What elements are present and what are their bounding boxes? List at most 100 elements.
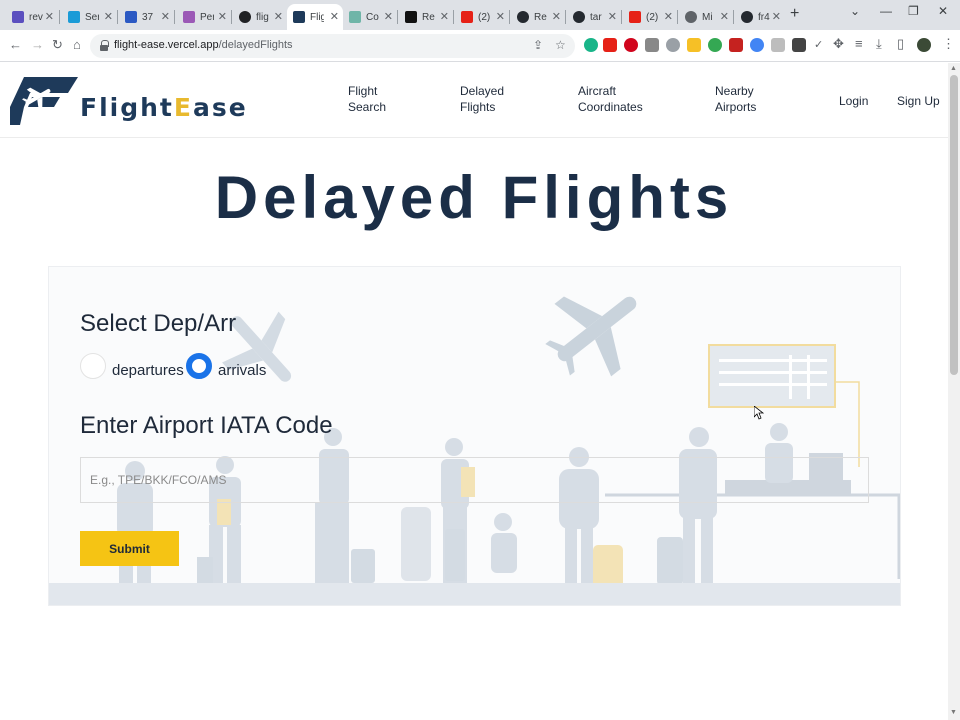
browser-tab-active[interactable]: Flig ✕ xyxy=(287,4,343,30)
signup-link[interactable]: Sign Up xyxy=(897,93,947,109)
login-link[interactable]: Login xyxy=(839,93,879,109)
scroll-down-arrow-icon[interactable]: ▼ xyxy=(950,709,957,716)
menu-kebab-icon[interactable]: ⋮ xyxy=(942,36,955,52)
browser-tab[interactable]: Co ✕ xyxy=(343,4,397,30)
address-bar[interactable]: flight-ease.vercel.app/delayedFlights ⇪ … xyxy=(90,34,575,58)
close-icon[interactable]: ✕ xyxy=(552,10,561,23)
extensions-puzzle-icon[interactable]: ✥ xyxy=(833,36,844,52)
forward-icon[interactable]: → xyxy=(31,37,44,52)
browser-tab[interactable]: Ser ✕ xyxy=(62,4,117,30)
page-scrollbar[interactable]: ▲ ▼ xyxy=(948,63,960,720)
close-icon[interactable]: ✕ xyxy=(274,10,283,23)
dep-arr-label: Select Dep/Arr xyxy=(80,310,237,337)
video-extension-icon[interactable] xyxy=(603,38,617,52)
window-close-icon[interactable]: ✕ xyxy=(938,4,948,18)
browser-tab[interactable]: Per ✕ xyxy=(177,4,231,30)
bookmark-star-icon[interactable]: ☆ xyxy=(555,38,566,52)
iata-code-input[interactable] xyxy=(80,457,869,503)
submit-button[interactable]: Submit xyxy=(80,531,179,566)
flightease-logo-icon[interactable] xyxy=(10,77,78,125)
url-host: flight-ease.vercel.app xyxy=(114,39,219,51)
tab-favicon-icon xyxy=(349,11,361,23)
tab-title: Co xyxy=(366,11,379,23)
grammarly-extension-icon[interactable] xyxy=(584,38,598,52)
close-icon[interactable]: ✕ xyxy=(161,10,170,23)
browser-tab[interactable]: fr4 ✕ xyxy=(735,4,785,30)
scroll-up-arrow-icon[interactable]: ▲ xyxy=(950,65,957,72)
close-icon[interactable]: ✕ xyxy=(104,10,113,23)
extension-icon[interactable] xyxy=(645,38,659,52)
extension-icon[interactable] xyxy=(708,38,722,52)
tab-divider xyxy=(117,10,118,24)
tab-favicon-icon xyxy=(461,11,473,23)
departures-radio[interactable] xyxy=(80,353,106,379)
tab-favicon-icon xyxy=(183,11,195,23)
tab-favicon-icon xyxy=(68,11,80,23)
tab-title: fr4 xyxy=(758,11,770,23)
close-icon[interactable]: ✕ xyxy=(664,10,673,23)
close-icon[interactable]: ✕ xyxy=(720,10,729,23)
tab-favicon-icon xyxy=(629,11,641,23)
profile-avatar[interactable] xyxy=(917,38,931,52)
nav-flight-search[interactable]: Flight Search xyxy=(348,83,438,115)
browser-tab[interactable]: Re ✕ xyxy=(511,4,565,30)
browser-tab[interactable]: Re ✕ xyxy=(399,4,453,30)
site-header: FlightEase Flight Search Delayed Flights… xyxy=(0,63,948,138)
browser-tab[interactable]: Mi ✕ xyxy=(679,4,733,30)
arrivals-radio-label[interactable]: arrivals xyxy=(218,362,266,379)
nav-label-line: Nearby xyxy=(715,84,754,98)
tab-divider xyxy=(621,10,622,24)
nav-delayed-flights[interactable]: Delayed Flights xyxy=(460,83,550,115)
browser-tab[interactable]: tar ✕ xyxy=(567,4,621,30)
nav-label-line: Aircraft xyxy=(578,84,617,98)
new-tab-button[interactable]: + xyxy=(790,5,799,23)
browser-tab[interactable]: (2) ✕ xyxy=(623,4,677,30)
side-panel-icon[interactable]: ▯ xyxy=(897,36,904,52)
close-icon[interactable]: ✕ xyxy=(496,10,505,23)
browser-tab[interactable]: flig ✕ xyxy=(233,4,287,30)
extension-icon[interactable] xyxy=(750,38,764,52)
close-icon[interactable]: ✕ xyxy=(330,10,339,23)
share-icon[interactable]: ⇪ xyxy=(533,38,543,52)
logo-text-accent: E xyxy=(173,93,193,122)
tab-title: Ser xyxy=(85,11,99,23)
extension-icon[interactable] xyxy=(771,38,785,52)
tab-title: Re xyxy=(534,11,547,23)
browser-tab[interactable]: rev ✕ xyxy=(6,4,58,30)
departures-radio-label[interactable]: departures xyxy=(112,362,184,379)
browser-tab[interactable]: (2) ✕ xyxy=(455,4,509,30)
tab-favicon-icon xyxy=(685,11,697,23)
extension-icon[interactable] xyxy=(729,38,743,52)
opera-extension-icon[interactable] xyxy=(624,38,638,52)
back-icon[interactable]: ← xyxy=(9,37,22,52)
tab-title: Flig xyxy=(310,11,324,23)
close-icon[interactable]: ✕ xyxy=(384,10,393,23)
nav-aircraft-coordinates[interactable]: Aircraft Coordinates xyxy=(578,83,668,115)
scrollbar-thumb[interactable] xyxy=(950,75,958,375)
download-icon[interactable]: ⤓ xyxy=(876,36,882,52)
arrivals-radio[interactable] xyxy=(186,353,212,379)
nav-label-line: Coordinates xyxy=(578,100,643,114)
close-icon[interactable]: ✕ xyxy=(45,10,54,23)
home-icon[interactable]: ⌂ xyxy=(73,37,81,52)
tab-search-icon[interactable]: ⌄ xyxy=(850,4,860,18)
maximize-icon[interactable]: ❐ xyxy=(908,4,919,18)
extension-icon[interactable] xyxy=(687,38,701,52)
tab-favicon-icon xyxy=(125,11,137,23)
color-picker-icon[interactable] xyxy=(792,38,806,52)
extension-icon[interactable] xyxy=(666,38,680,52)
logo-text-part: ase xyxy=(192,93,248,122)
close-icon[interactable]: ✕ xyxy=(772,10,781,23)
minimize-icon[interactable]: — xyxy=(880,4,892,18)
close-icon[interactable]: ✕ xyxy=(608,10,617,23)
close-icon[interactable]: ✕ xyxy=(440,10,449,23)
tab-favicon-icon xyxy=(405,11,417,23)
site-logo-text[interactable]: FlightEase xyxy=(80,93,248,122)
nav-nearby-airports[interactable]: Nearby Airports xyxy=(715,83,805,115)
nav-label-line: Flight xyxy=(348,84,378,98)
browser-tab[interactable]: 37 ✕ xyxy=(119,4,174,30)
close-icon[interactable]: ✕ xyxy=(218,10,227,23)
reload-icon[interactable]: ↻ xyxy=(52,37,63,53)
reading-list-icon[interactable]: ≡ xyxy=(855,36,863,51)
check-icon[interactable]: ✓ xyxy=(814,38,823,51)
